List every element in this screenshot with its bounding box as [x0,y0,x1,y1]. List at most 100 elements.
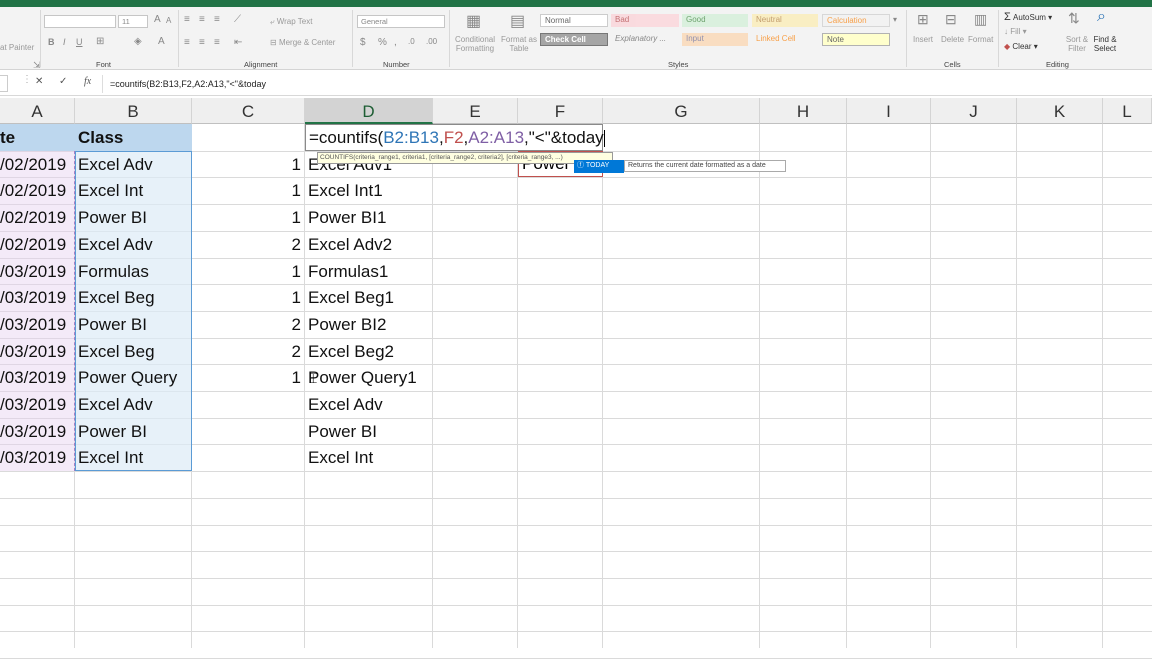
align-right-icon[interactable]: ≡ [214,37,220,48]
number-format-select[interactable]: General [357,15,445,28]
indent-icon[interactable]: ⇤ [234,37,242,48]
cell-d12[interactable]: Power BI [308,418,432,444]
align-left-icon[interactable]: ≡ [184,37,190,48]
clear-button[interactable]: ◆ Clear ▾ [1004,42,1038,51]
column-header-c[interactable]: C [192,98,305,124]
cell-a1[interactable]: te [0,124,71,150]
decrease-font-icon[interactable]: A [166,16,171,25]
align-top-icon[interactable]: ≡ [184,14,190,25]
cell-c6[interactable]: 1 [192,258,305,284]
align-middle-icon[interactable]: ≡ [199,14,205,25]
increase-decimal-icon[interactable]: .0 [408,37,415,46]
font-color-icon[interactable]: A [158,36,165,47]
cell-b11[interactable]: Excel Adv [78,391,191,417]
borders-icon[interactable]: ⊞ [96,36,104,47]
insert-function-icon[interactable]: fx [84,76,91,87]
orientation-icon[interactable]: ⟋ [234,14,241,25]
cell-c13[interactable] [192,444,305,470]
cell-b1[interactable]: Class [78,124,191,150]
cell-c7[interactable]: 1 [192,284,305,310]
italic-button[interactable]: I [63,37,66,47]
cell-c9[interactable]: 2 [192,338,305,364]
cell-a4[interactable]: /02/2019 [0,204,71,230]
cell-c5[interactable]: 2 [192,231,305,257]
style-explanatory[interactable]: Explanatory ... [611,33,679,46]
column-header-h[interactable]: H [760,98,847,124]
autocomplete-item-today[interactable]: ⓕ TODAY [574,159,624,173]
cell-d9[interactable]: Excel Beg2 [308,338,432,364]
cell-c3[interactable]: 1 [192,177,305,203]
font-name-select[interactable] [44,15,116,28]
cell-c8[interactable]: 2 [192,311,305,337]
cell-c1[interactable] [192,124,305,150]
cell-c4[interactable]: 1 [192,204,305,230]
cell-b7[interactable]: Excel Beg [78,284,191,310]
cell-a10[interactable]: /03/2019 [0,364,71,390]
cell-a6[interactable]: /03/2019 [0,258,71,284]
cell-d8[interactable]: Power BI2 [308,311,432,337]
style-neutral[interactable]: Neutral [752,14,818,27]
cell-d11[interactable]: Excel Adv [308,391,432,417]
column-header-a[interactable]: A [0,98,75,124]
cell-d10[interactable]: Power Query1 [308,364,432,390]
align-center-icon[interactable]: ≡ [199,37,205,48]
cell-a8[interactable]: /03/2019 [0,311,71,337]
cell-d1-editor[interactable]: =countifs(B2:B13,F2,A2:A13,"<"&today [305,124,605,151]
increase-font-icon[interactable]: A [154,14,161,25]
cell-b13[interactable]: Excel Int [78,444,191,470]
cell-d6[interactable]: Formulas1 [308,258,432,284]
formula-input[interactable]: =countifs(B2:B13,F2,A2:A13,"<"&today [110,79,266,89]
column-header-d[interactable]: D [305,98,433,124]
cell-b10[interactable]: Power Query [78,364,191,390]
styles-scroll-icon[interactable]: ▾ [893,15,897,24]
fill-button[interactable]: ↓ Fill ▾ [1004,27,1027,36]
cell-a9[interactable]: /03/2019 [0,338,71,364]
column-header-l[interactable]: L [1103,98,1152,124]
delete-button[interactable]: Delete [941,35,964,44]
cell-d4[interactable]: Power BI1 [308,204,432,230]
cell-d7[interactable]: Excel Beg1 [308,284,432,310]
cell-a2[interactable]: /02/2019 [0,151,71,177]
column-header-j[interactable]: J [931,98,1017,124]
format-as-table-button[interactable]: Format as Table [500,35,538,53]
column-header-b[interactable]: B [75,98,192,124]
bold-button[interactable]: B [48,37,55,47]
percent-icon[interactable]: % [378,37,387,48]
style-good[interactable]: Good [682,14,748,27]
column-header-k[interactable]: K [1017,98,1103,124]
style-normal[interactable]: Normal [540,14,608,27]
currency-icon[interactable]: $ [360,37,366,48]
cell-a13[interactable]: /03/2019 [0,444,71,470]
cell-a7[interactable]: /03/2019 [0,284,71,310]
fill-color-icon[interactable]: ◈ [134,36,142,47]
wrap-text-button[interactable]: ⤶ Wrap Text [270,17,312,27]
cell-c12[interactable] [192,418,305,444]
cell-b12[interactable]: Power BI [78,418,191,444]
style-linked-cell[interactable]: Linked Cell [752,33,818,46]
cell-b9[interactable]: Excel Beg [78,338,191,364]
style-input[interactable]: Input [682,33,748,46]
enter-icon[interactable]: ✓ [59,76,67,87]
style-check-cell[interactable]: Check Cell [540,33,608,46]
cell-b5[interactable]: Excel Adv [78,231,191,257]
cell-b8[interactable]: Power BI [78,311,191,337]
cancel-icon[interactable]: ✕ [35,76,43,87]
underline-button[interactable]: U [76,37,83,47]
font-size-select[interactable]: 11 [118,15,148,28]
cell-c11[interactable] [192,391,305,417]
style-bad[interactable]: Bad [611,14,679,27]
cell-b3[interactable]: Excel Int [78,177,191,203]
cell-a11[interactable]: /03/2019 [0,391,71,417]
style-note[interactable]: Note [822,33,890,46]
align-bottom-icon[interactable]: ≡ [214,14,220,25]
cell-a5[interactable]: /02/2019 [0,231,71,257]
cell-d3[interactable]: Excel Int1 [308,177,432,203]
column-header-i[interactable]: I [847,98,931,124]
cell-a12[interactable]: /03/2019 [0,418,71,444]
cell-d5[interactable]: Excel Adv2 [308,231,432,257]
cell-b4[interactable]: Power BI [78,204,191,230]
format-painter-button[interactable]: at Painter [0,43,34,52]
column-header-e[interactable]: E [433,98,518,124]
insert-button[interactable]: Insert [913,35,933,44]
merge-center-button[interactable]: ⊟ Merge & Center [270,38,335,47]
